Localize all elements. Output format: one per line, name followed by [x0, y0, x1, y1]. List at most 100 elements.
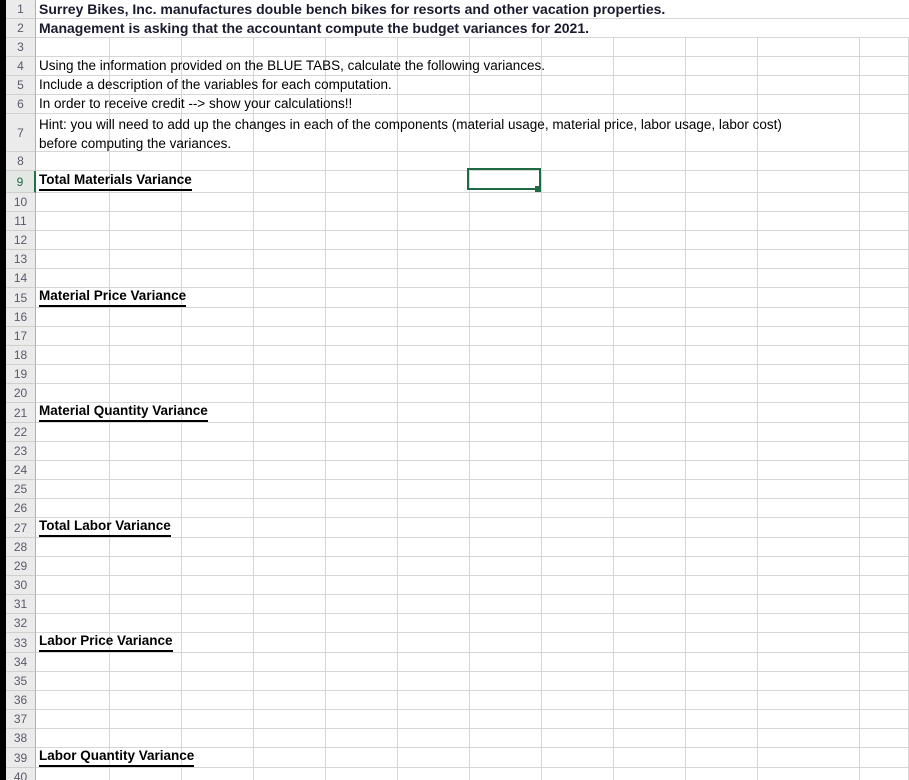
- cell[interactable]: [254, 691, 326, 709]
- cell[interactable]: [470, 442, 542, 460]
- row-header-29[interactable]: 29: [6, 557, 36, 576]
- cell[interactable]: [182, 614, 254, 632]
- cell[interactable]: [860, 384, 909, 402]
- cell[interactable]: [398, 212, 470, 230]
- cell[interactable]: [110, 768, 182, 780]
- cell[interactable]: [470, 748, 542, 767]
- cell[interactable]: [254, 152, 326, 170]
- row-header-32[interactable]: 32: [6, 614, 36, 633]
- cell[interactable]: [860, 691, 909, 709]
- cell[interactable]: [326, 768, 398, 780]
- cell[interactable]: [182, 518, 254, 537]
- cell[interactable]: [470, 250, 542, 268]
- cell[interactable]: [758, 691, 860, 709]
- cell[interactable]: [614, 38, 686, 56]
- cell[interactable]: [398, 423, 470, 441]
- cell[interactable]: [254, 480, 326, 498]
- cell[interactable]: [110, 653, 182, 671]
- cell[interactable]: [686, 19, 758, 37]
- row-header-18[interactable]: 18: [6, 346, 36, 365]
- cell[interactable]: [470, 576, 542, 594]
- row-header-8[interactable]: 8: [6, 152, 36, 171]
- cell[interactable]: [326, 614, 398, 632]
- cell[interactable]: [758, 0, 860, 18]
- cell[interactable]: [758, 384, 860, 402]
- row-header-15[interactable]: 15: [6, 288, 36, 308]
- row-header-22[interactable]: 22: [6, 423, 36, 442]
- cell[interactable]: [36, 365, 110, 383]
- grid-row[interactable]: [36, 499, 909, 518]
- row-header-26[interactable]: 26: [6, 499, 36, 518]
- cell[interactable]: [110, 288, 182, 307]
- grid-row[interactable]: [36, 480, 909, 499]
- row-header-9[interactable]: 9: [6, 171, 36, 193]
- cell[interactable]: [36, 768, 110, 780]
- row-header-1[interactable]: 1: [6, 0, 36, 19]
- cell[interactable]: [686, 346, 758, 364]
- cell[interactable]: [110, 691, 182, 709]
- cell[interactable]: [758, 461, 860, 479]
- cell[interactable]: [470, 346, 542, 364]
- row-header-25[interactable]: 25: [6, 480, 36, 499]
- cell[interactable]: [758, 212, 860, 230]
- cell[interactable]: [398, 308, 470, 326]
- grid-row[interactable]: [36, 423, 909, 442]
- cell[interactable]: [542, 95, 614, 113]
- cell[interactable]: [254, 710, 326, 728]
- cell[interactable]: [860, 57, 909, 75]
- cell[interactable]: [614, 346, 686, 364]
- cell[interactable]: [686, 633, 758, 652]
- cell[interactable]: [254, 193, 326, 211]
- cell[interactable]: [614, 365, 686, 383]
- cell[interactable]: [860, 672, 909, 690]
- cell[interactable]: [398, 76, 470, 94]
- cell[interactable]: [470, 193, 542, 211]
- cell[interactable]: [686, 672, 758, 690]
- cell[interactable]: [470, 38, 542, 56]
- cell[interactable]: [182, 308, 254, 326]
- cell[interactable]: [110, 595, 182, 613]
- cell[interactable]: [860, 633, 909, 652]
- cell[interactable]: [470, 518, 542, 537]
- cell[interactable]: [542, 171, 614, 192]
- cell[interactable]: [470, 19, 542, 37]
- cell[interactable]: [110, 0, 182, 18]
- cell[interactable]: [254, 19, 326, 37]
- cell[interactable]: [326, 403, 398, 422]
- cell[interactable]: [182, 152, 254, 170]
- cell[interactable]: [254, 557, 326, 575]
- cell[interactable]: [860, 76, 909, 94]
- cell[interactable]: [326, 633, 398, 652]
- cell[interactable]: [326, 193, 398, 211]
- cell[interactable]: [326, 38, 398, 56]
- cell[interactable]: [614, 19, 686, 37]
- cell[interactable]: [686, 691, 758, 709]
- cell[interactable]: [614, 729, 686, 747]
- cell[interactable]: [36, 327, 110, 345]
- row-header-24[interactable]: 24: [6, 461, 36, 480]
- grid-row[interactable]: [36, 442, 909, 461]
- cell[interactable]: [182, 653, 254, 671]
- cell[interactable]: [758, 518, 860, 537]
- cell[interactable]: [182, 171, 254, 192]
- cell[interactable]: [398, 633, 470, 652]
- cell[interactable]: [614, 57, 686, 75]
- cell[interactable]: [398, 691, 470, 709]
- cell[interactable]: [758, 729, 860, 747]
- grid-row[interactable]: [36, 710, 909, 729]
- cell[interactable]: [182, 193, 254, 211]
- cell[interactable]: [182, 365, 254, 383]
- cell[interactable]: [398, 442, 470, 460]
- cell[interactable]: [36, 710, 110, 728]
- cell[interactable]: [686, 114, 758, 151]
- cell[interactable]: [470, 595, 542, 613]
- cell[interactable]: [182, 538, 254, 556]
- cell[interactable]: [254, 171, 326, 192]
- cell[interactable]: [686, 384, 758, 402]
- row-header-20[interactable]: 20: [6, 384, 36, 403]
- cell[interactable]: [36, 212, 110, 230]
- cell[interactable]: [758, 633, 860, 652]
- grid-row[interactable]: [36, 384, 909, 403]
- cell[interactable]: [860, 768, 909, 780]
- cell[interactable]: [470, 672, 542, 690]
